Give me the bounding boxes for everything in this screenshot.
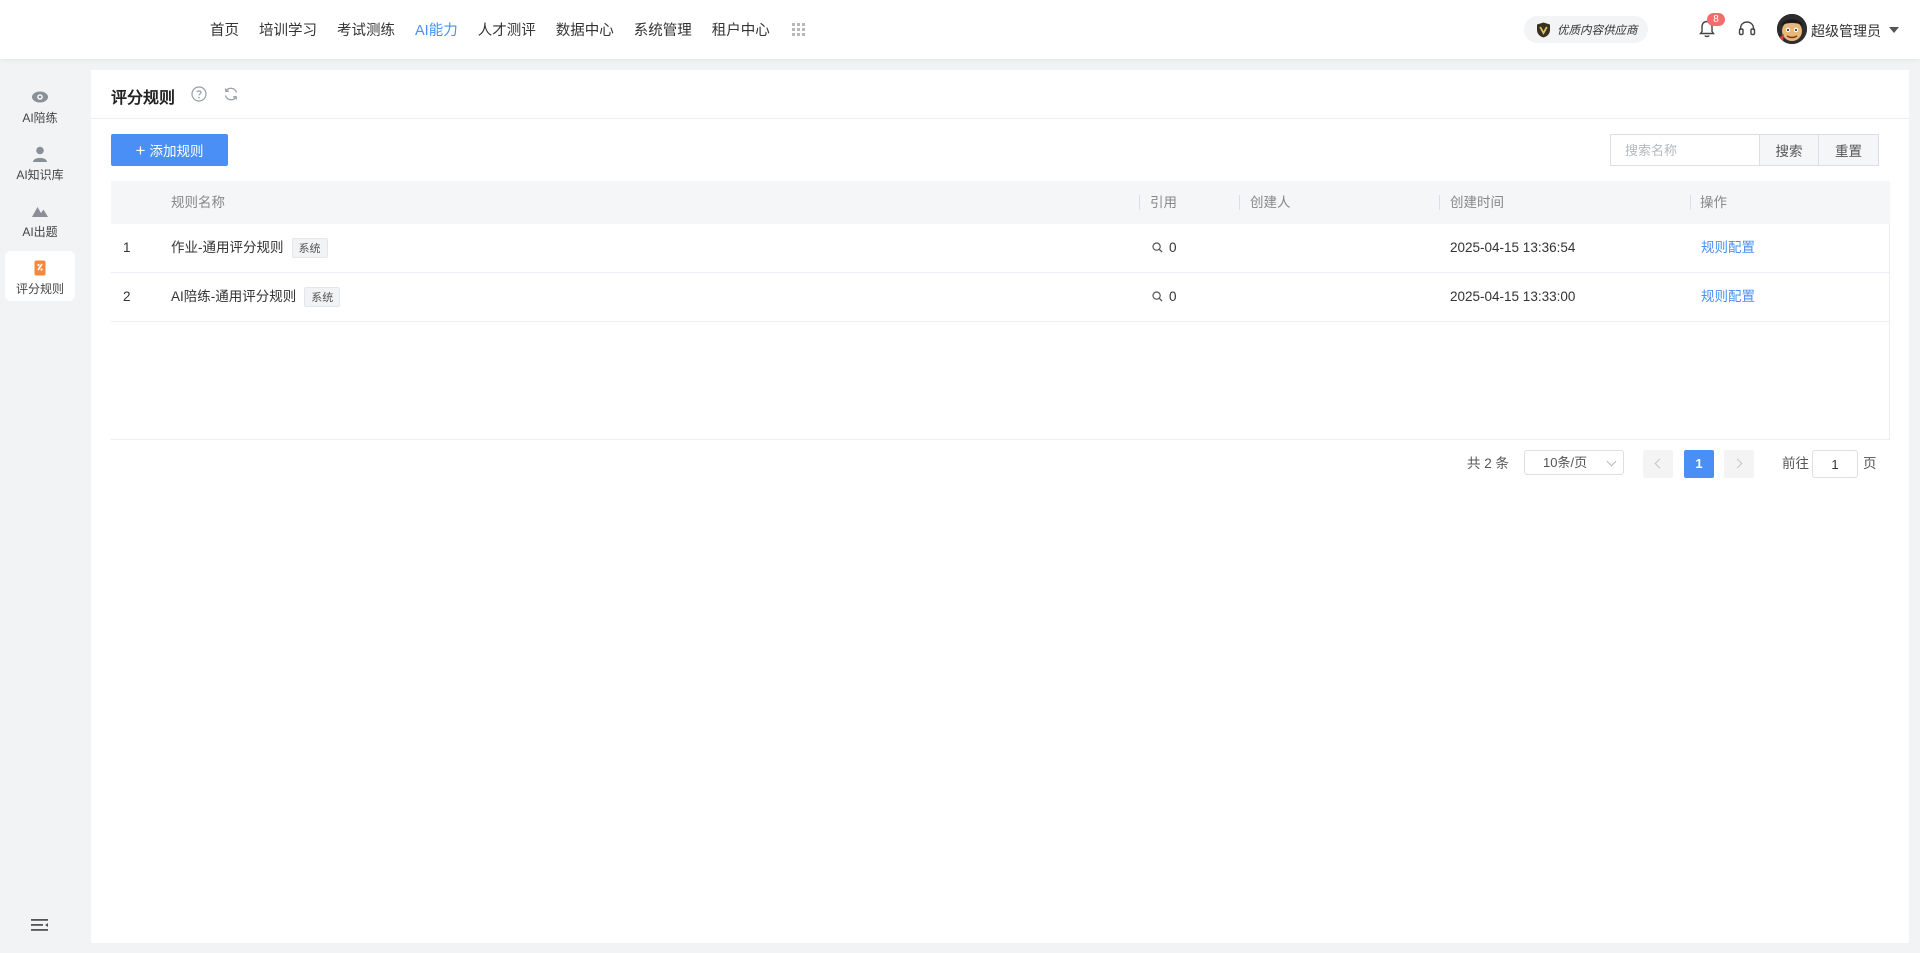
search-icon [1152,242,1163,253]
table-row: 2 AI陪练-通用评分规则 系统 0 2025-04-15 13:33:00 规则… [111,273,1890,322]
mountain-icon [32,207,48,217]
refs-count: 0 [1169,289,1177,304]
created-at-cell: 2025-04-15 13:36:54 [1450,240,1576,255]
avatar-image [1777,14,1807,44]
search-input[interactable] [1610,134,1759,166]
page-title: 评分规则 [111,90,176,107]
rule-name-cell: 作业-通用评分规则 系统 [171,224,328,272]
refresh-icon[interactable] [223,86,239,102]
column-header-actions: 操作 [1700,195,1727,210]
refs-count: 0 [1169,240,1177,255]
pagination-total: 共 2 条 [1467,456,1510,471]
rule-name: 作业-通用评分规则 [171,240,284,255]
add-rule-button[interactable]: + 添加规则 [111,134,228,166]
search-group: 搜索 重置 [1610,134,1879,166]
column-header-refs: 引用 [1150,195,1177,210]
nav-item-system[interactable]: 系统管理 [634,19,692,40]
search-button[interactable]: 搜索 [1759,134,1819,166]
rule-config-link[interactable]: 规则配置 [1701,224,1755,272]
pagination: 共 2 条 10条/页 1 前往 页 [91,450,1909,478]
column-divider [1690,195,1691,210]
rules-icon [34,260,46,276]
column-header-creator: 创建人 [1250,195,1291,210]
caret-down-icon[interactable] [1889,27,1899,33]
shield-icon [1537,22,1550,37]
nav-item-training[interactable]: 培训学习 [259,19,317,40]
goto-prefix: 前往 [1782,456,1809,471]
headset-icon[interactable] [1737,19,1757,39]
title-bar: 评分规则 [91,70,1909,119]
created-at-cell: 2025-04-15 13:33:00 [1450,289,1576,304]
add-rule-label: 添加规则 [149,144,204,159]
sidebar-item-label: AI知识库 [16,168,64,182]
nav-item-tenant[interactable]: 租户中心 [712,19,770,40]
search-icon [1152,291,1163,302]
refs-cell[interactable]: 0 [1152,224,1177,272]
column-header-created-at: 创建时间 [1450,195,1504,210]
reset-button[interactable]: 重置 [1819,134,1879,166]
next-page-button[interactable] [1724,450,1754,478]
rule-config-link[interactable]: 规则配置 [1701,273,1755,321]
page-size-select[interactable]: 10条/页 [1524,450,1624,475]
table-header: 规则名称 引用 创建人 创建时间 操作 [111,181,1890,224]
avatar[interactable] [1777,14,1807,44]
goto-page-input[interactable] [1812,450,1858,478]
column-divider [1239,195,1240,210]
column-divider [1439,195,1440,210]
sidebar-item-scoring-rules[interactable]: 评分规则 [5,251,75,301]
sidebar-item-ai-questions[interactable]: AI出题 [5,194,75,244]
supplier-label: 优质内容供应商 [1557,24,1638,37]
grid-icon[interactable] [791,22,806,37]
top-navbar: 首页 培训学习 考试测练 AI能力 人才测评 数据中心 系统管理 租户中心 优质… [0,0,1920,59]
prev-page-button[interactable] [1643,450,1673,478]
goto-suffix: 页 [1863,456,1877,471]
sidebar: AI陪练 AI知识库 AI出题 评分规则 [0,59,80,953]
row-index: 2 [123,289,131,304]
sidebar-item-ai-practice[interactable]: AI陪练 [5,80,75,130]
chevron-down-icon [1606,456,1617,467]
page-size-value: 10条/页 [1543,455,1588,470]
user-name[interactable]: 超级管理员 [1811,21,1881,41]
refs-cell[interactable]: 0 [1152,273,1177,321]
table-row: 1 作业-通用评分规则 系统 0 2025-04-15 13:36:54 规则配置 [111,224,1890,273]
chevron-left-icon [1654,458,1665,469]
nav-item-assessment[interactable]: 人才测评 [478,19,536,40]
column-divider [1139,195,1140,210]
eye-icon [32,91,48,103]
main-nav: 首页 培训学习 考试测练 AI能力 人才测评 数据中心 系统管理 租户中心 [210,0,806,59]
sidebar-item-label: 评分规则 [15,282,64,296]
system-tag: 系统 [304,287,341,308]
column-header-name: 规则名称 [171,195,225,210]
nav-item-home[interactable]: 首页 [210,19,239,40]
main-panel: 评分规则 + 添加规则 搜索 重置 规则名称 引用 创建人 创建时间 [91,70,1909,943]
supplier-badge[interactable]: 优质内容供应商 [1524,16,1648,43]
row-index: 1 [123,240,131,255]
plus-icon: + [135,140,146,160]
rules-table: 规则名称 引用 创建人 创建时间 操作 1 作业-通用评分规则 系统 0 2025… [111,181,1890,440]
menu-collapse-icon[interactable] [31,918,48,932]
page-number-current[interactable]: 1 [1684,450,1714,478]
person-icon [33,146,47,162]
sidebar-item-label: AI陪练 [22,111,58,125]
system-tag: 系统 [291,238,328,259]
rule-name: AI陪练-通用评分规则 [171,289,297,304]
rule-name-cell: AI陪练-通用评分规则 系统 [171,273,341,321]
sidebar-item-ai-knowledge[interactable]: AI知识库 [5,137,75,187]
sidebar-item-label: AI出题 [22,225,58,239]
help-icon[interactable] [191,86,207,102]
nav-item-data-center[interactable]: 数据中心 [556,19,614,40]
chevron-right-icon [1732,458,1743,469]
nav-item-exam[interactable]: 考试测练 [337,19,395,40]
notification-badge: 8 [1707,13,1725,26]
nav-item-ai[interactable]: AI能力 [415,19,458,40]
